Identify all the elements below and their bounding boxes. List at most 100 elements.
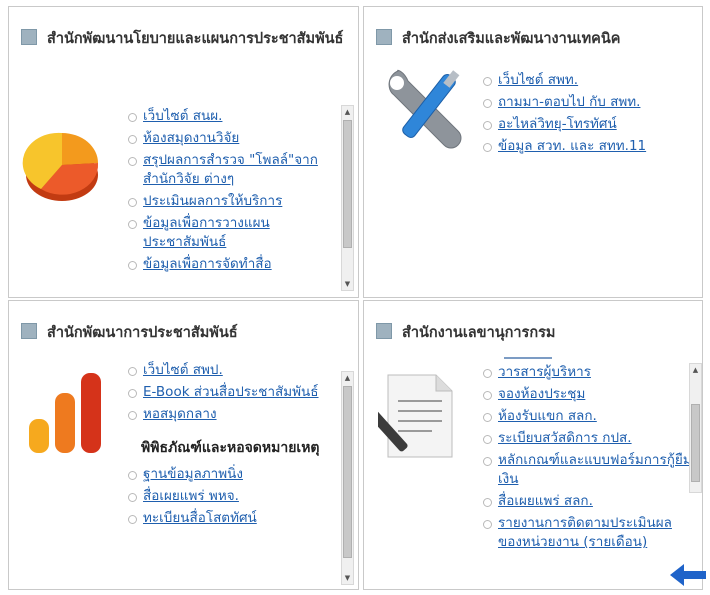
link[interactable]: เว็บไซต์ สพท.: [498, 72, 578, 88]
circle-bullet-icon: [128, 157, 137, 166]
list-item[interactable]: เว็บไซต์ สนผ.: [127, 107, 339, 126]
circle-bullet-icon: [483, 77, 492, 86]
scroll-thumb[interactable]: [343, 120, 352, 248]
list-item[interactable]: ถามมา-ตอบไป กับ สพท.: [482, 93, 692, 112]
panel-title: สำนักพัฒนานโยบายและแผนการประชาสัมพันธ์: [21, 21, 348, 57]
link[interactable]: ห้องสมุดงานวิจัย: [143, 130, 239, 146]
circle-bullet-icon: [128, 389, 137, 398]
scrollbar[interactable]: ▲: [689, 363, 702, 493]
list-item[interactable]: หอสมุดกลาง: [127, 405, 339, 424]
list-item[interactable]: อะไหล่วิทยุ-โทรทัศน์: [482, 115, 692, 134]
list-item[interactable]: ระเบียบสวัสดิการ กปส.: [482, 429, 694, 448]
list-item[interactable]: วารสารผู้บริหาร: [482, 363, 694, 382]
circle-bullet-icon: [128, 261, 137, 270]
link[interactable]: เว็บไซต์ สนผ.: [143, 108, 222, 124]
circle-bullet-icon: [483, 520, 492, 529]
list-item[interactable]: เว็บไซต์ สพป.: [127, 361, 339, 380]
list-item[interactable]: ห้องรับแขก สลก.: [482, 407, 694, 426]
link[interactable]: หอสมุดกลาง: [143, 406, 217, 422]
pie-chart-icon: [22, 132, 99, 201]
scrollbar[interactable]: ▲ ▼: [341, 371, 354, 585]
list-item[interactable]: ข้อมูลเพื่อการจัดทำสื่อ: [127, 255, 339, 274]
circle-bullet-icon: [483, 457, 492, 466]
link[interactable]: สื่อเผยแพร่ สลก.: [498, 493, 593, 509]
circle-bullet-icon: [483, 369, 492, 378]
section-heading: พิพิธภัณฑ์และหอจดหมายเหตุ: [141, 440, 320, 456]
tools-icon: [388, 69, 462, 149]
panel-title: สำนักส่งเสริมและพัฒนางานเทคนิค: [376, 21, 692, 57]
square-bullet-icon: [21, 323, 37, 339]
square-bullet-icon: [376, 323, 392, 339]
circle-bullet-icon: [483, 99, 492, 108]
link[interactable]: ข้อมูลเพื่อการจัดทำสื่อ: [143, 256, 272, 272]
circle-bullet-icon: [483, 498, 492, 507]
list-item[interactable]: รายงานการติดตามประเมินผลของหน่วยงาน (ราย…: [482, 514, 694, 552]
link[interactable]: จองห้องประชุม: [498, 386, 585, 402]
link[interactable]: ประเมินผลการให้บริการ: [143, 193, 282, 209]
link[interactable]: วารสารผู้บริหาร: [498, 364, 591, 380]
list-item[interactable]: สรุปผลการสำรวจ "โพลล์"จากสำนักวิจัย ต่าง…: [127, 151, 339, 189]
circle-bullet-icon: [128, 113, 137, 122]
circle-bullet-icon: [483, 121, 492, 130]
link[interactable]: รายงานการติดตามประเมินผลของหน่วยงาน (ราย…: [498, 515, 672, 550]
scroll-up-icon[interactable]: ▲: [342, 372, 353, 384]
list-item[interactable]: จองห้องประชุม: [482, 385, 694, 404]
scroll-down-icon[interactable]: ▼: [342, 278, 353, 290]
link[interactable]: ระเบียบสวัสดิการ กปส.: [498, 430, 632, 446]
list-item[interactable]: หลักเกณฑ์และแบบฟอร์มการกู้ยืมเงิน: [482, 451, 694, 489]
circle-bullet-icon: [128, 471, 137, 480]
scrollbar[interactable]: ▲ ▼: [341, 105, 354, 291]
link[interactable]: สรุปผลการสำรวจ "โพลล์"จากสำนักวิจัย ต่าง…: [143, 152, 318, 187]
circle-bullet-icon: [128, 515, 137, 524]
circle-bullet-icon: [483, 391, 492, 400]
panel-title: สำนักงานเลขานุการกรม: [376, 315, 692, 351]
link[interactable]: เว็บไซต์ สพป.: [143, 362, 223, 378]
list-item[interactable]: ทะเบียนสื่อโสตทัศน์: [127, 509, 339, 528]
list-item[interactable]: E-Book ส่วนสื่อประชาสัมพันธ์: [127, 383, 339, 402]
circle-bullet-icon: [483, 143, 492, 152]
link[interactable]: ข้อมูล สวท. และ สทท.11: [498, 138, 646, 154]
panel-technical-promotion: สำนักส่งเสริมและพัฒนางานเทคนิค เว็บไซต์ …: [363, 6, 703, 298]
list-item[interactable]: ข้อมูล สวท. และ สทท.11: [482, 137, 692, 156]
link-list: เว็บไซต์ สพป. E-Book ส่วนสื่อประชาสัมพัน…: [127, 361, 339, 583]
circle-bullet-icon: [483, 435, 492, 444]
separator-line: [504, 357, 552, 359]
list-item[interactable]: เว็บไซต์ สพท.: [482, 71, 692, 90]
link[interactable]: อะไหล่วิทยุ-โทรทัศน์: [498, 116, 617, 132]
list-item[interactable]: ฐานข้อมูลภาพนิ่ง: [127, 465, 339, 484]
panel-title: สำนักพัฒนาการประชาสัมพันธ์: [21, 315, 348, 351]
panel-secretariat: สำนักงานเลขานุการกรม วารสารผู้บริหาร จอง…: [363, 300, 703, 590]
scroll-up-icon[interactable]: ▲: [342, 106, 353, 118]
link-list: เว็บไซต์ สพท. ถามมา-ตอบไป กับ สพท. อะไหล…: [482, 71, 692, 191]
document-pen-icon: [378, 374, 453, 458]
list-item[interactable]: สื่อเผยแพร่ สลก.: [482, 492, 694, 511]
scroll-thumb[interactable]: [691, 404, 700, 482]
left-arrow-icon: [670, 564, 706, 586]
link[interactable]: ฐานข้อมูลภาพนิ่ง: [143, 466, 243, 482]
link[interactable]: E-Book ส่วนสื่อประชาสัมพันธ์: [143, 384, 319, 400]
circle-bullet-icon: [128, 220, 137, 229]
list-item[interactable]: ข้อมูลเพื่อการวางแผนประชาสัมพันธ์: [127, 214, 339, 252]
scroll-thumb[interactable]: [343, 386, 352, 558]
scroll-down-icon[interactable]: ▼: [342, 572, 353, 584]
list-item[interactable]: สื่อเผยแพร่ พหจ.: [127, 487, 339, 506]
link[interactable]: ข้อมูลเพื่อการวางแผนประชาสัมพันธ์: [143, 215, 270, 250]
square-bullet-icon: [376, 29, 392, 45]
panel-pr-development: สำนักพัฒนาการประชาสัมพันธ์ เว็บไซต์ สพป.…: [8, 300, 359, 590]
link[interactable]: ทะเบียนสื่อโสตทัศน์: [143, 510, 257, 526]
circle-bullet-icon: [128, 198, 137, 207]
link[interactable]: ห้องรับแขก สลก.: [498, 408, 597, 424]
circle-bullet-icon: [483, 413, 492, 422]
circle-bullet-icon: [128, 493, 137, 502]
link[interactable]: สื่อเผยแพร่ พหจ.: [143, 488, 239, 504]
link[interactable]: หลักเกณฑ์และแบบฟอร์มการกู้ยืมเงิน: [498, 452, 692, 487]
scroll-up-icon[interactable]: ▲: [690, 364, 701, 376]
list-item[interactable]: ห้องสมุดงานวิจัย: [127, 129, 339, 148]
panel-policy-planning: สำนักพัฒนานโยบายและแผนการประชาสัมพันธ์ เ…: [8, 6, 359, 298]
square-bullet-icon: [21, 29, 37, 45]
circle-bullet-icon: [128, 135, 137, 144]
list-item[interactable]: ประเมินผลการให้บริการ: [127, 192, 339, 211]
circle-bullet-icon: [128, 367, 137, 376]
link-list: เว็บไซต์ สนผ. ห้องสมุดงานวิจัย สรุปผลการ…: [127, 107, 339, 291]
link[interactable]: ถามมา-ตอบไป กับ สพท.: [498, 94, 640, 110]
